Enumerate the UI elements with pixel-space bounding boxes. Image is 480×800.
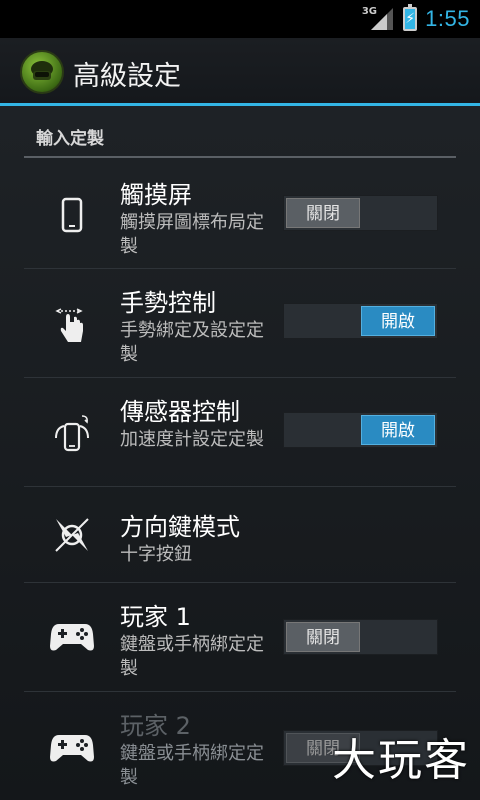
setting-player-1[interactable]: 玩家 1 鍵盤或手柄綁定定製 關閉 <box>24 583 456 692</box>
section-header: 輸入定製 <box>24 118 456 158</box>
action-bar: 高級設定 <box>0 38 480 106</box>
player-1-toggle[interactable]: 關閉 <box>283 619 438 655</box>
sensor-control-toggle[interactable]: 開啟 <box>283 412 438 448</box>
hand-gesture-icon <box>44 297 100 353</box>
status-bar: 3G ⚡ 1:55 <box>0 0 480 38</box>
section-header-label: 輸入定製 <box>36 129 104 149</box>
setting-title: 玩家 1 <box>120 603 191 631</box>
setting-summary: 鍵盤或手柄綁定定製 <box>120 634 264 679</box>
toggle-knob: 關閉 <box>286 198 360 228</box>
toggle-knob: 關閉 <box>286 622 360 652</box>
gamepad-icon <box>44 720 100 776</box>
setting-title: 手勢控制 <box>120 289 216 317</box>
setting-summary: 觸摸屏圖標布局定製 <box>120 212 264 257</box>
setting-summary: 鍵盤或手柄綁定定製 <box>120 743 264 788</box>
phone-icon <box>44 187 100 243</box>
compass-dpad-icon <box>44 507 100 563</box>
setting-summary: 十字按鈕 <box>120 544 192 565</box>
rotate-phone-icon <box>44 406 100 462</box>
gamepad-icon <box>44 609 100 665</box>
touchscreen-toggle[interactable]: 關閉 <box>283 195 438 231</box>
gesture-control-toggle[interactable]: 開啟 <box>283 303 438 339</box>
setting-title: 方向鍵模式 <box>120 513 240 541</box>
clock: 1:55 <box>425 6 470 31</box>
signal-icon <box>371 8 394 30</box>
setting-title: 玩家 2 <box>120 712 191 740</box>
settings-list: 輸入定製 觸摸屏 觸摸屏圖標布局定製 關閉 手勢控制 手勢綁定及設定定製 開啟 <box>0 106 480 800</box>
toggle-knob: 開啟 <box>361 306 435 336</box>
battery-icon: ⚡ <box>403 4 418 31</box>
page-title: 高級設定 <box>73 61 181 92</box>
setting-title: 傳感器控制 <box>120 398 240 426</box>
setting-summary: 手勢綁定及設定定製 <box>120 320 264 365</box>
watermark: 大玩客 <box>332 735 470 786</box>
setting-dpad-mode[interactable]: 方向鍵模式 十字按鈕 <box>24 487 456 583</box>
setting-touchscreen[interactable]: 觸摸屏 觸摸屏圖標布局定製 關閉 <box>24 161 456 269</box>
toggle-knob: 開啟 <box>361 415 435 445</box>
setting-gesture-control[interactable]: 手勢控制 手勢綁定及設定定製 開啟 <box>24 269 456 378</box>
soldier-helmet-icon[interactable] <box>20 50 64 94</box>
setting-title: 觸摸屏 <box>120 181 192 209</box>
setting-summary: 加速度計設定定製 <box>120 429 264 450</box>
setting-sensor-control[interactable]: 傳感器控制 加速度計設定定製 開啟 <box>24 378 456 487</box>
